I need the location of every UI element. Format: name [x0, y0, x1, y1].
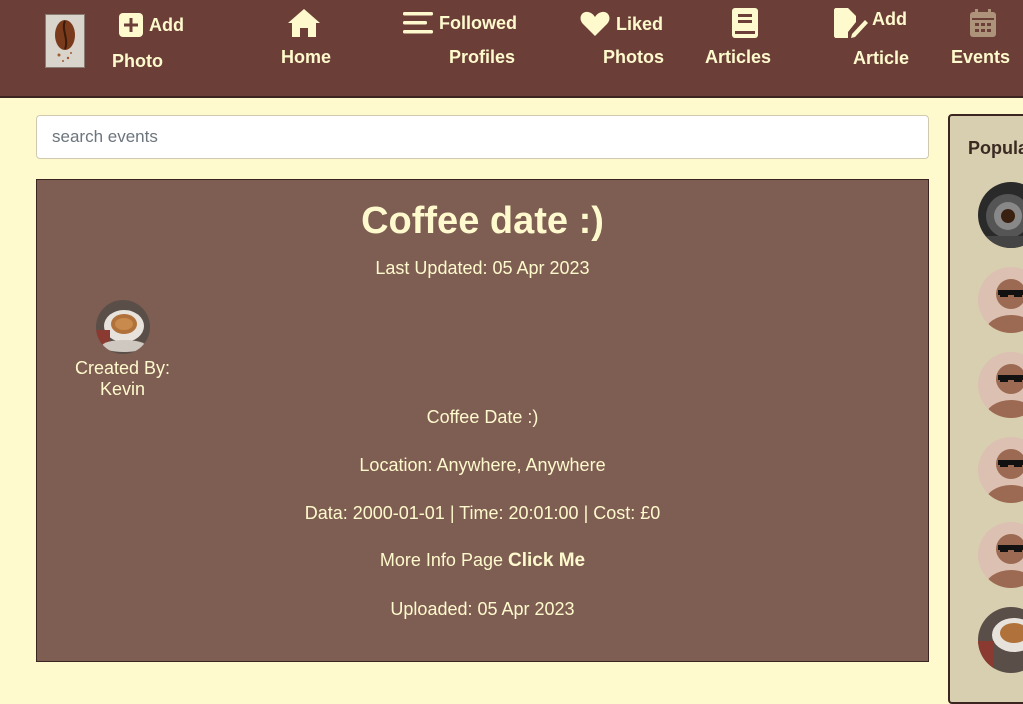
nav-liked-label1: Liked	[616, 13, 664, 34]
popular-profile-avatar[interactable]	[978, 182, 1023, 248]
event-card: Coffee date :) Last Updated: 05 Apr 2023…	[36, 179, 929, 662]
event-last-updated: Last Updated: 05 Apr 2023	[375, 258, 590, 278]
plus-square-icon	[118, 12, 144, 38]
nav-liked-label2: Photos	[603, 47, 664, 67]
popular-profile-avatar[interactable]	[978, 352, 1023, 418]
popular-profiles-title: Popular Profiles	[968, 138, 1023, 158]
navbar: Add Photo Home Followed Profiles Liked P…	[0, 0, 1023, 98]
nav-add-article[interactable]: Add Article	[834, 8, 914, 70]
file-pen-icon	[834, 8, 868, 38]
nav-add-photo-label1: Add	[149, 14, 184, 35]
popular-profile-avatar[interactable]	[978, 437, 1023, 503]
logo-coffee-bean[interactable]	[45, 14, 85, 68]
event-title: Coffee date :)	[361, 200, 604, 242]
creator-avatar[interactable]	[95, 300, 150, 354]
popular-profiles-panel: Popular Profiles	[948, 114, 1023, 704]
more-info-link[interactable]: Click Me	[508, 550, 585, 571]
nav-followed-label1: Followed	[439, 12, 517, 33]
nav-add-article-label2: Article	[853, 48, 910, 68]
event-uploaded: Uploaded: 05 Apr 2023	[390, 599, 575, 619]
nav-events-label: Events	[951, 47, 1011, 67]
event-location: Location: Anywhere, Anywhere	[359, 455, 606, 475]
popular-profile-avatar[interactable]	[978, 607, 1023, 673]
nav-followed-profiles[interactable]: Followed Profiles	[403, 11, 517, 73]
book-icon	[732, 8, 758, 38]
event-more-info: More Info Page Click Me	[37, 550, 928, 572]
nav-add-article-label1: Add	[872, 8, 907, 29]
nav-articles[interactable]: Articles	[705, 8, 775, 70]
nav-followed-label2: Profiles	[449, 47, 516, 67]
calendar-icon	[970, 9, 996, 37]
nav-home[interactable]: Home	[281, 7, 331, 69]
search-events-input[interactable]	[36, 115, 929, 159]
popular-profile-avatar[interactable]	[978, 267, 1023, 333]
heart-icon	[580, 11, 610, 37]
nav-add-photo-label2: Photo	[112, 51, 163, 71]
nav-events[interactable]: Events	[951, 9, 1011, 71]
event-details: Data: 2000-01-01 | Time: 20:01:00 | Cost…	[304, 503, 661, 523]
home-icon	[286, 7, 322, 39]
nav-articles-label: Articles	[705, 47, 772, 67]
nav-home-label: Home	[281, 47, 332, 67]
event-creator-name: Created By: Kevin	[74, 358, 171, 399]
more-info-text: More Info Page	[379, 550, 503, 570]
event-description: Coffee Date :)	[426, 407, 539, 427]
nav-add-photo[interactable]: Add Photo	[112, 12, 192, 74]
nav-liked-photos[interactable]: Liked Photos	[580, 11, 664, 73]
list-icon	[403, 11, 433, 35]
event-creator: Created By: Kevin	[55, 300, 190, 400]
popular-profile-avatar[interactable]	[978, 522, 1023, 588]
